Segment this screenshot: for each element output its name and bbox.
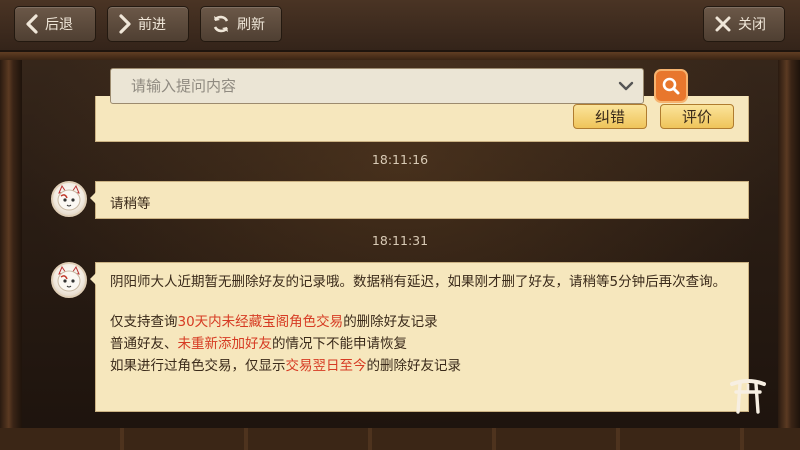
search-icon	[662, 77, 680, 95]
refresh-icon	[213, 15, 229, 33]
torii-gate-icon[interactable]	[728, 372, 768, 416]
left-pillar	[0, 50, 22, 450]
cat-mascot-icon	[57, 184, 81, 211]
message-timestamp: 18:11:31	[371, 233, 429, 248]
right-pillar	[778, 50, 800, 450]
top-toolbar: 后退 前进 刷新 关闭	[0, 0, 800, 52]
search-button[interactable]	[654, 69, 688, 103]
info-line-1-pre: 仅支持查询	[110, 314, 178, 330]
close-icon	[715, 16, 731, 32]
forward-button[interactable]: 前进	[107, 6, 189, 42]
bubble-tail	[90, 273, 96, 285]
search-bar	[110, 68, 644, 104]
message-bubble: 请稍等	[90, 181, 749, 219]
chevron-left-icon	[26, 14, 38, 34]
message-timestamp: 18:11:16	[371, 152, 429, 167]
bot-avatar	[51, 181, 87, 217]
info-line-2-pre: 普通好友、	[110, 336, 178, 352]
bot-avatar	[51, 262, 87, 298]
chevron-right-icon	[119, 14, 131, 34]
floor-beam	[0, 428, 800, 450]
refresh-label: 刷新	[237, 17, 265, 33]
info-line-2-post: 的情况下不能申请恢复	[272, 336, 407, 352]
back-button[interactable]: 后退	[14, 6, 96, 42]
back-label: 后退	[45, 17, 73, 33]
forward-label: 前进	[138, 17, 166, 33]
info-line-1: 仅支持查询30天内未经藏宝阁角色交易的删除好友记录	[110, 311, 734, 333]
info-line-1-highlight: 30天内未经藏宝阁角色交易	[177, 314, 344, 330]
refresh-button[interactable]: 刷新	[200, 6, 282, 42]
dropdown-button[interactable]	[609, 69, 643, 103]
message-text: 请稍等	[110, 196, 151, 212]
info-line-3-post: 的删除好友记录	[366, 358, 462, 374]
info-line-3: 如果进行过角色交易，仅显示交易翌日至今的删除好友记录	[110, 355, 734, 377]
search-input[interactable]	[111, 69, 609, 103]
info-line-2: 普通好友、未重新添加好友的情况下不能申请恢复	[110, 333, 734, 355]
info-line-3-pre: 如果进行过角色交易，仅显示	[110, 358, 286, 374]
correct-button[interactable]: 纠错	[573, 104, 647, 129]
close-button[interactable]: 关闭	[703, 6, 785, 42]
cat-mascot-icon	[57, 265, 81, 292]
info-line-3-highlight: 交易翌日至今	[285, 358, 367, 374]
message-bubble: 阴阳师大人近期暂无删除好友的记录哦。数据稍有延迟，如果刚才删了好友，请稍等5分钟…	[90, 262, 749, 412]
message-intro: 阴阳师大人近期暂无删除好友的记录哦。数据稍有延迟，如果刚才删了好友，请稍等5分钟…	[110, 274, 727, 290]
info-line-1-post: 的删除好友记录	[343, 314, 438, 330]
bubble-tail	[90, 192, 96, 204]
chevron-down-icon	[618, 81, 634, 91]
rate-button[interactable]: 评价	[660, 104, 734, 129]
close-label: 关闭	[738, 17, 766, 33]
info-line-2-highlight: 未重新添加好友	[177, 336, 273, 352]
